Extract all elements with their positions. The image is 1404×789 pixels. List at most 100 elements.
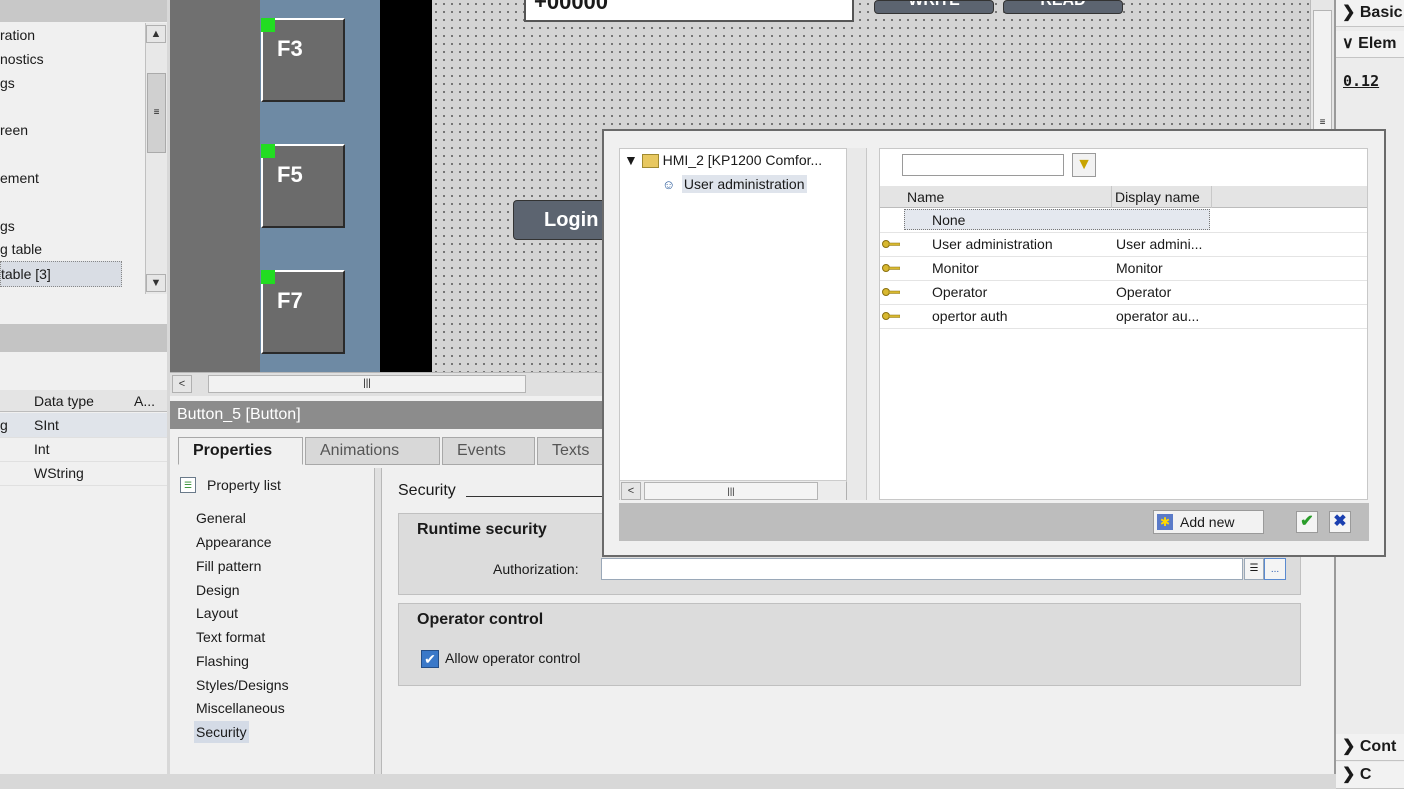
nav-miscellaneous[interactable]: Miscellaneous: [196, 697, 285, 719]
column-divider[interactable]: [1111, 186, 1112, 208]
tree-item-selected[interactable]: table [3]: [0, 261, 122, 287]
project-tree-header: [0, 0, 167, 22]
property-list-icon: ☰: [180, 477, 196, 493]
table-row[interactable]: g SInt: [0, 413, 167, 438]
authorization-field[interactable]: [601, 558, 1243, 580]
popup-splitter[interactable]: [847, 148, 867, 500]
confirm-check-icon[interactable]: ✔: [1296, 511, 1318, 533]
users-icon: ☺: [662, 177, 676, 192]
tab-events[interactable]: Events: [442, 437, 535, 465]
runtime-security-heading: Runtime security: [417, 521, 547, 538]
table-row[interactable]: Int: [0, 437, 167, 462]
tree-item[interactable]: gs: [0, 214, 145, 238]
tab-properties[interactable]: Properties: [178, 437, 303, 465]
tree-item[interactable]: g table: [0, 237, 145, 261]
tree-item[interactable]: gs: [0, 71, 145, 95]
column-header-data-type[interactable]: Data type: [34, 390, 94, 412]
authorization-label: Authorization:: [493, 561, 579, 577]
browse-icon[interactable]: ...: [1264, 558, 1286, 580]
toolbox-elements[interactable]: ∨ Elem: [1336, 31, 1404, 58]
popup-tree-hscrollbar[interactable]: < ||| >: [620, 480, 866, 500]
nav-styles-designs[interactable]: Styles/Designs: [196, 674, 289, 696]
table-row[interactable]: WString: [0, 461, 167, 486]
tree-item[interactable]: [0, 190, 145, 214]
chevron-down-icon: ∨: [1342, 35, 1354, 52]
scroll-thumb[interactable]: ≡: [1313, 10, 1332, 130]
login-button[interactable]: Login: [513, 200, 613, 240]
nav-text-format[interactable]: Text format: [196, 626, 265, 648]
tree-item[interactable]: nostics: [0, 47, 145, 71]
f5-key[interactable]: F5: [261, 144, 345, 228]
toolbox-controls-label: Cont: [1359, 738, 1397, 755]
tree-item[interactable]: [0, 142, 145, 166]
scroll-down-icon[interactable]: ▼: [146, 274, 166, 292]
filter-icon[interactable]: ▼: [1072, 153, 1096, 177]
list-item[interactable]: Operator Operator: [880, 280, 1367, 305]
tree-item[interactable]: reen: [0, 118, 145, 142]
filter-input[interactable]: [902, 154, 1064, 176]
nav-fill-pattern[interactable]: Fill pattern: [196, 555, 261, 577]
nav-layout[interactable]: Layout: [196, 602, 238, 624]
io-field-tool-icon[interactable]: 0.12: [1343, 72, 1379, 94]
write-button[interactable]: WRITE: [874, 0, 994, 14]
toolbox-controls[interactable]: ❯ Cont: [1336, 734, 1404, 761]
column-header-a[interactable]: A...: [134, 390, 155, 412]
nav-design[interactable]: Design: [196, 579, 240, 601]
nav-appearance[interactable]: Appearance: [196, 531, 272, 553]
scroll-up-icon[interactable]: ▲: [146, 25, 166, 43]
nav-splitter[interactable]: [374, 468, 382, 774]
add-new-icon: ✱: [1157, 514, 1173, 530]
nav-security[interactable]: Security: [194, 721, 249, 743]
scroll-thumb[interactable]: |||: [208, 375, 526, 393]
expand-arrow-icon[interactable]: ▼: [624, 152, 638, 168]
row-name: Monitor: [932, 260, 979, 276]
scroll-thumb[interactable]: |||: [644, 482, 818, 500]
key-icon: [882, 240, 900, 248]
property-list-toggle[interactable]: ☰ Property list: [178, 474, 378, 496]
add-new-button[interactable]: ✱ Add new: [1153, 510, 1264, 534]
scroll-thumb[interactable]: ≡: [147, 73, 166, 153]
column-divider[interactable]: [1211, 186, 1212, 208]
led-indicator: [261, 18, 275, 32]
io-field[interactable]: +00000: [524, 0, 854, 22]
tree-scrollbar[interactable]: ▲ ≡ ▼: [145, 23, 167, 294]
chevron-right-icon: ❯: [1342, 4, 1356, 21]
tree-item-label: User administration: [681, 175, 807, 193]
tree-item[interactable]: ration: [0, 23, 145, 47]
tree-item[interactable]: [0, 95, 145, 119]
list-item[interactable]: User administration User admini...: [880, 232, 1367, 257]
tab-texts[interactable]: Texts: [537, 437, 607, 465]
toolbox-elements-label: Elem: [1358, 35, 1397, 52]
f5-key-label: F5: [277, 162, 303, 187]
tab-animations[interactable]: Animations: [305, 437, 440, 465]
key-icon: [882, 312, 900, 320]
led-indicator: [261, 270, 275, 284]
list-item[interactable]: Monitor Monitor: [880, 256, 1367, 281]
toolbox-basic-label: Basic: [1359, 4, 1403, 21]
tree-item-user-admin[interactable]: ☺ User administration: [662, 174, 820, 194]
list-item[interactable]: None: [880, 208, 1367, 233]
operator-control-heading: Operator control: [417, 611, 544, 628]
scroll-left-icon[interactable]: <: [172, 375, 192, 393]
read-button[interactable]: READ: [1003, 0, 1123, 14]
f3-key[interactable]: F3: [261, 18, 345, 102]
scroll-left-icon[interactable]: <: [621, 482, 641, 500]
tag-table-column-headers: Data type A...: [0, 390, 167, 412]
row-display-name: Operator: [1116, 284, 1172, 300]
row-display-name: Monitor: [1116, 260, 1163, 276]
tree-item[interactable]: ement: [0, 166, 145, 190]
column-header-display-name[interactable]: Display name: [1115, 186, 1200, 208]
column-header-name[interactable]: Name: [907, 186, 944, 208]
allow-operator-control-checkbox[interactable]: ✔: [421, 650, 439, 668]
tree-root-hmi[interactable]: ▼ HMI_2 [KP1200 Comfor...: [624, 150, 844, 170]
list-icon[interactable]: ☰: [1244, 558, 1264, 580]
cancel-close-icon[interactable]: ✖: [1329, 511, 1351, 533]
toolbox-basic-objects[interactable]: ❯ Basic: [1336, 0, 1404, 27]
list-item[interactable]: opertor auth operator au...: [880, 304, 1367, 329]
nav-general[interactable]: General: [196, 507, 246, 529]
add-new-label: Add new: [1180, 514, 1235, 530]
toolbox-more[interactable]: ❯ C: [1336, 762, 1404, 789]
f7-key[interactable]: F7: [261, 270, 345, 354]
hmi-device-frame: [170, 0, 260, 372]
nav-flashing[interactable]: Flashing: [196, 650, 249, 672]
